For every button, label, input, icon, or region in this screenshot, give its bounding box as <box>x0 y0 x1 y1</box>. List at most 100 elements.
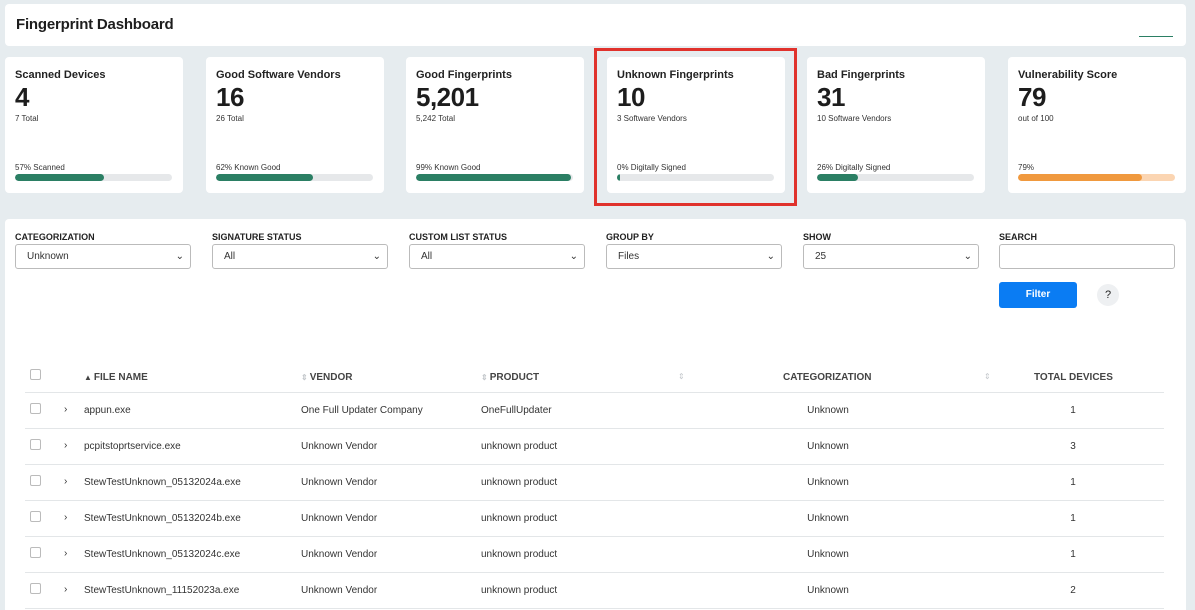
product-cell: unknown product <box>481 549 558 560</box>
chevron-right-icon[interactable]: › <box>64 584 67 595</box>
row-divider <box>25 428 1164 429</box>
card-subtitle: 7 Total <box>15 114 39 123</box>
card-vulnerability-score[interactable]: Vulnerability Score 79 out of 100 79% <box>1008 57 1186 193</box>
product-cell: unknown product <box>481 477 558 488</box>
card-progress-bar <box>416 174 573 181</box>
custom-list-status-select[interactable]: All ⌄ <box>409 244 585 269</box>
column-header-product[interactable]: ⇕ PRODUCT <box>481 372 539 383</box>
card-value: 79 <box>1018 82 1046 112</box>
file-name-cell: StewTestUnknown_05132024b.exe <box>84 513 241 524</box>
total-devices-cell: 1 <box>1070 477 1076 488</box>
card-bad-fingerprints[interactable]: Bad Fingerprints 31 10 Software Vendors … <box>807 57 985 193</box>
help-button[interactable]: ? <box>1097 284 1119 306</box>
categorization-cell: Unknown <box>807 441 849 452</box>
signature-status-label: SIGNATURE STATUS <box>212 232 302 242</box>
sort-icon[interactable]: ⇕ <box>678 372 685 381</box>
card-subtitle: 10 Software Vendors <box>817 114 892 123</box>
row-checkbox[interactable] <box>30 547 41 558</box>
filter-button[interactable]: Filter <box>999 282 1077 308</box>
show-select[interactable]: 25 ⌄ <box>803 244 979 269</box>
file-name-cell: pcpitstoprtservice.exe <box>84 441 181 452</box>
card-title: Vulnerability Score <box>1018 69 1118 81</box>
row-divider <box>25 572 1164 573</box>
search-input[interactable] <box>999 244 1175 269</box>
sort-asc-icon: ▲ <box>84 373 92 382</box>
card-subtitle: 26 Total <box>216 114 244 123</box>
card-progress-bar <box>1018 174 1175 181</box>
row-checkbox[interactable] <box>30 439 41 450</box>
categorization-cell: Unknown <box>807 405 849 416</box>
product-cell: OneFullUpdater <box>481 405 552 416</box>
card-progress-fill <box>1018 174 1143 181</box>
vendor-cell: Unknown Vendor <box>301 549 378 560</box>
card-progress-fill <box>416 174 572 181</box>
chevron-down-icon: ⌄ <box>569 251 578 262</box>
sort-icon: ⇕ <box>301 373 308 382</box>
signature-status-select[interactable]: All ⌄ <box>212 244 388 269</box>
column-header-file-name[interactable]: ▲ FILE NAME <box>84 372 148 383</box>
total-devices-cell: 1 <box>1070 549 1076 560</box>
chevron-down-icon: ⌄ <box>766 251 775 262</box>
product-cell: unknown product <box>481 585 558 596</box>
custom-list-status-label: CUSTOM LIST STATUS <box>409 232 507 242</box>
file-name-cell: StewTestUnknown_05132024c.exe <box>84 549 241 560</box>
card-value: 16 <box>216 82 244 112</box>
chevron-right-icon[interactable]: › <box>64 440 67 451</box>
column-header-categorization[interactable]: CATEGORIZATION <box>783 372 872 383</box>
file-name-cell: appun.exe <box>84 405 131 416</box>
chevron-down-icon: ⌄ <box>963 251 972 262</box>
card-value: 31 <box>817 82 845 112</box>
highlight-box <box>594 48 797 206</box>
vendor-cell: Unknown Vendor <box>301 477 378 488</box>
card-progress-bar <box>15 174 172 181</box>
card-title: Scanned Devices <box>15 69 106 81</box>
chevron-right-icon[interactable]: › <box>64 404 67 415</box>
card-scanned-devices[interactable]: Scanned Devices 4 7 Total 57% Scanned <box>5 57 183 193</box>
column-header-total-devices[interactable]: TOTAL DEVICES <box>1034 372 1113 383</box>
custom-list-status-value: All <box>421 251 433 262</box>
card-title: Good Fingerprints <box>416 69 512 81</box>
card-good-fingerprints[interactable]: Good Fingerprints 5,201 5,242 Total 99% … <box>406 57 584 193</box>
categorization-cell: Unknown <box>807 549 849 560</box>
card-good-software-vendors[interactable]: Good Software Vendors 16 26 Total 62% Kn… <box>206 57 384 193</box>
card-progress-fill <box>15 174 105 181</box>
show-value: 25 <box>815 251 827 262</box>
header-divider <box>25 392 1164 393</box>
sort-icon: ⇕ <box>481 373 488 382</box>
row-checkbox[interactable] <box>30 583 41 594</box>
total-devices-cell: 1 <box>1070 405 1076 416</box>
categorization-cell: Unknown <box>807 477 849 488</box>
group-by-select[interactable]: Files ⌄ <box>606 244 782 269</box>
card-bar-label: 57% Scanned <box>15 163 65 172</box>
card-bar-label: 99% Known Good <box>416 163 481 172</box>
chevron-right-icon[interactable]: › <box>64 548 67 559</box>
product-cell: unknown product <box>481 513 558 524</box>
categorization-cell: Unknown <box>807 513 849 524</box>
total-devices-cell: 1 <box>1070 513 1076 524</box>
vendor-cell: Unknown Vendor <box>301 585 378 596</box>
chevron-right-icon[interactable]: › <box>64 512 67 523</box>
vendor-cell: Unknown Vendor <box>301 513 378 524</box>
show-label: SHOW <box>803 232 831 242</box>
group-by-label: GROUP BY <box>606 232 654 242</box>
card-value: 5,201 <box>416 82 479 112</box>
product-cell: unknown product <box>481 441 558 452</box>
row-divider <box>25 608 1164 609</box>
card-title: Good Software Vendors <box>216 69 341 81</box>
card-subtitle: 5,242 Total <box>416 114 455 123</box>
row-divider <box>25 464 1164 465</box>
card-bar-label: 26% Digitally Signed <box>817 163 891 172</box>
row-checkbox[interactable] <box>30 403 41 414</box>
row-checkbox[interactable] <box>30 511 41 522</box>
row-checkbox[interactable] <box>30 475 41 486</box>
sort-icon[interactable]: ⇕ <box>984 372 991 381</box>
chevron-right-icon[interactable]: › <box>64 476 67 487</box>
categorization-cell: Unknown <box>807 585 849 596</box>
column-header-vendor[interactable]: ⇕ VENDOR <box>301 372 353 383</box>
chevron-down-icon: ⌄ <box>175 251 184 262</box>
categorization-select[interactable]: Unknown ⌄ <box>15 244 191 269</box>
card-value: 4 <box>15 82 29 112</box>
row-divider <box>25 536 1164 537</box>
select-all-checkbox[interactable] <box>30 369 41 380</box>
dashboard-header: Fingerprint Dashboard <box>5 4 1186 46</box>
